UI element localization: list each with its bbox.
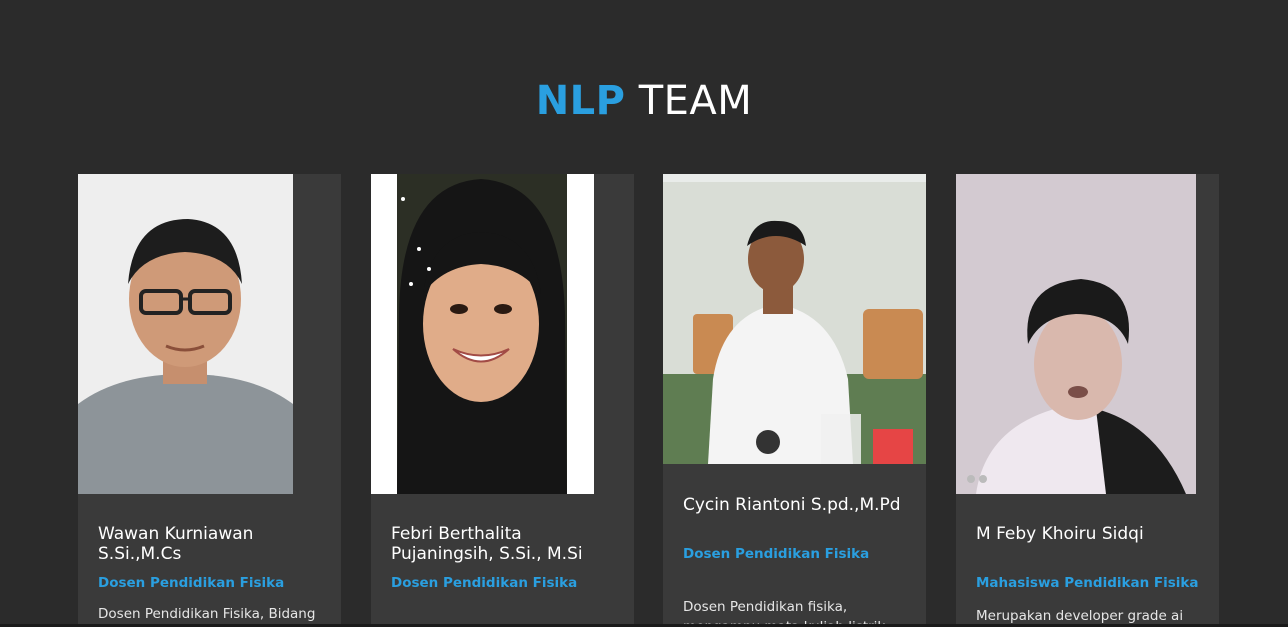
member-role: Dosen Pendidikan Fisika xyxy=(98,575,285,591)
member-role: Dosen Pendidikan Fisika xyxy=(391,575,578,591)
member-photo xyxy=(956,174,1196,494)
member-name: Cycin Riantoni S.pd.,M.Pd xyxy=(683,495,901,515)
member-description: Merupakan developer grade ai xyxy=(976,608,1184,624)
team-card-1[interactable]: Wawan Kurniawan S.Si.,M.Cs Dosen Pendidi… xyxy=(78,174,341,627)
team-card-3[interactable]: Cycin Riantoni S.pd.,M.Pd Dosen Pendidik… xyxy=(663,174,926,627)
member-photo xyxy=(371,174,594,494)
member-name: Febri Berthalita Pujaningsih, S.Si., M.S… xyxy=(391,524,583,564)
team-card-2[interactable]: Febri Berthalita Pujaningsih, S.Si., M.S… xyxy=(371,174,634,627)
section-title: NLP TEAM xyxy=(0,78,1288,124)
member-photo xyxy=(78,174,293,494)
team-section: NLP TEAM Wawan Kurniawan S.Si.,M.Cs Dose… xyxy=(0,0,1288,627)
team-card-4[interactable]: M Feby Khoiru Sidqi Mahasiswa Pendidikan… xyxy=(956,174,1219,627)
member-description: Dosen Pendidikan Fisika, Bidang xyxy=(98,606,316,622)
member-role: Dosen Pendidikan Fisika xyxy=(683,546,870,562)
member-name: Wawan Kurniawan S.Si.,M.Cs xyxy=(98,524,254,564)
title-rest: TEAM xyxy=(638,78,753,124)
member-photo xyxy=(663,174,926,464)
member-role: Mahasiswa Pendidikan Fisika xyxy=(976,575,1199,591)
member-name: M Feby Khoiru Sidqi xyxy=(976,524,1144,544)
title-accent: NLP xyxy=(535,78,626,124)
member-description: Dosen Pendidikan fisika, mengampu mata k… xyxy=(683,599,886,627)
